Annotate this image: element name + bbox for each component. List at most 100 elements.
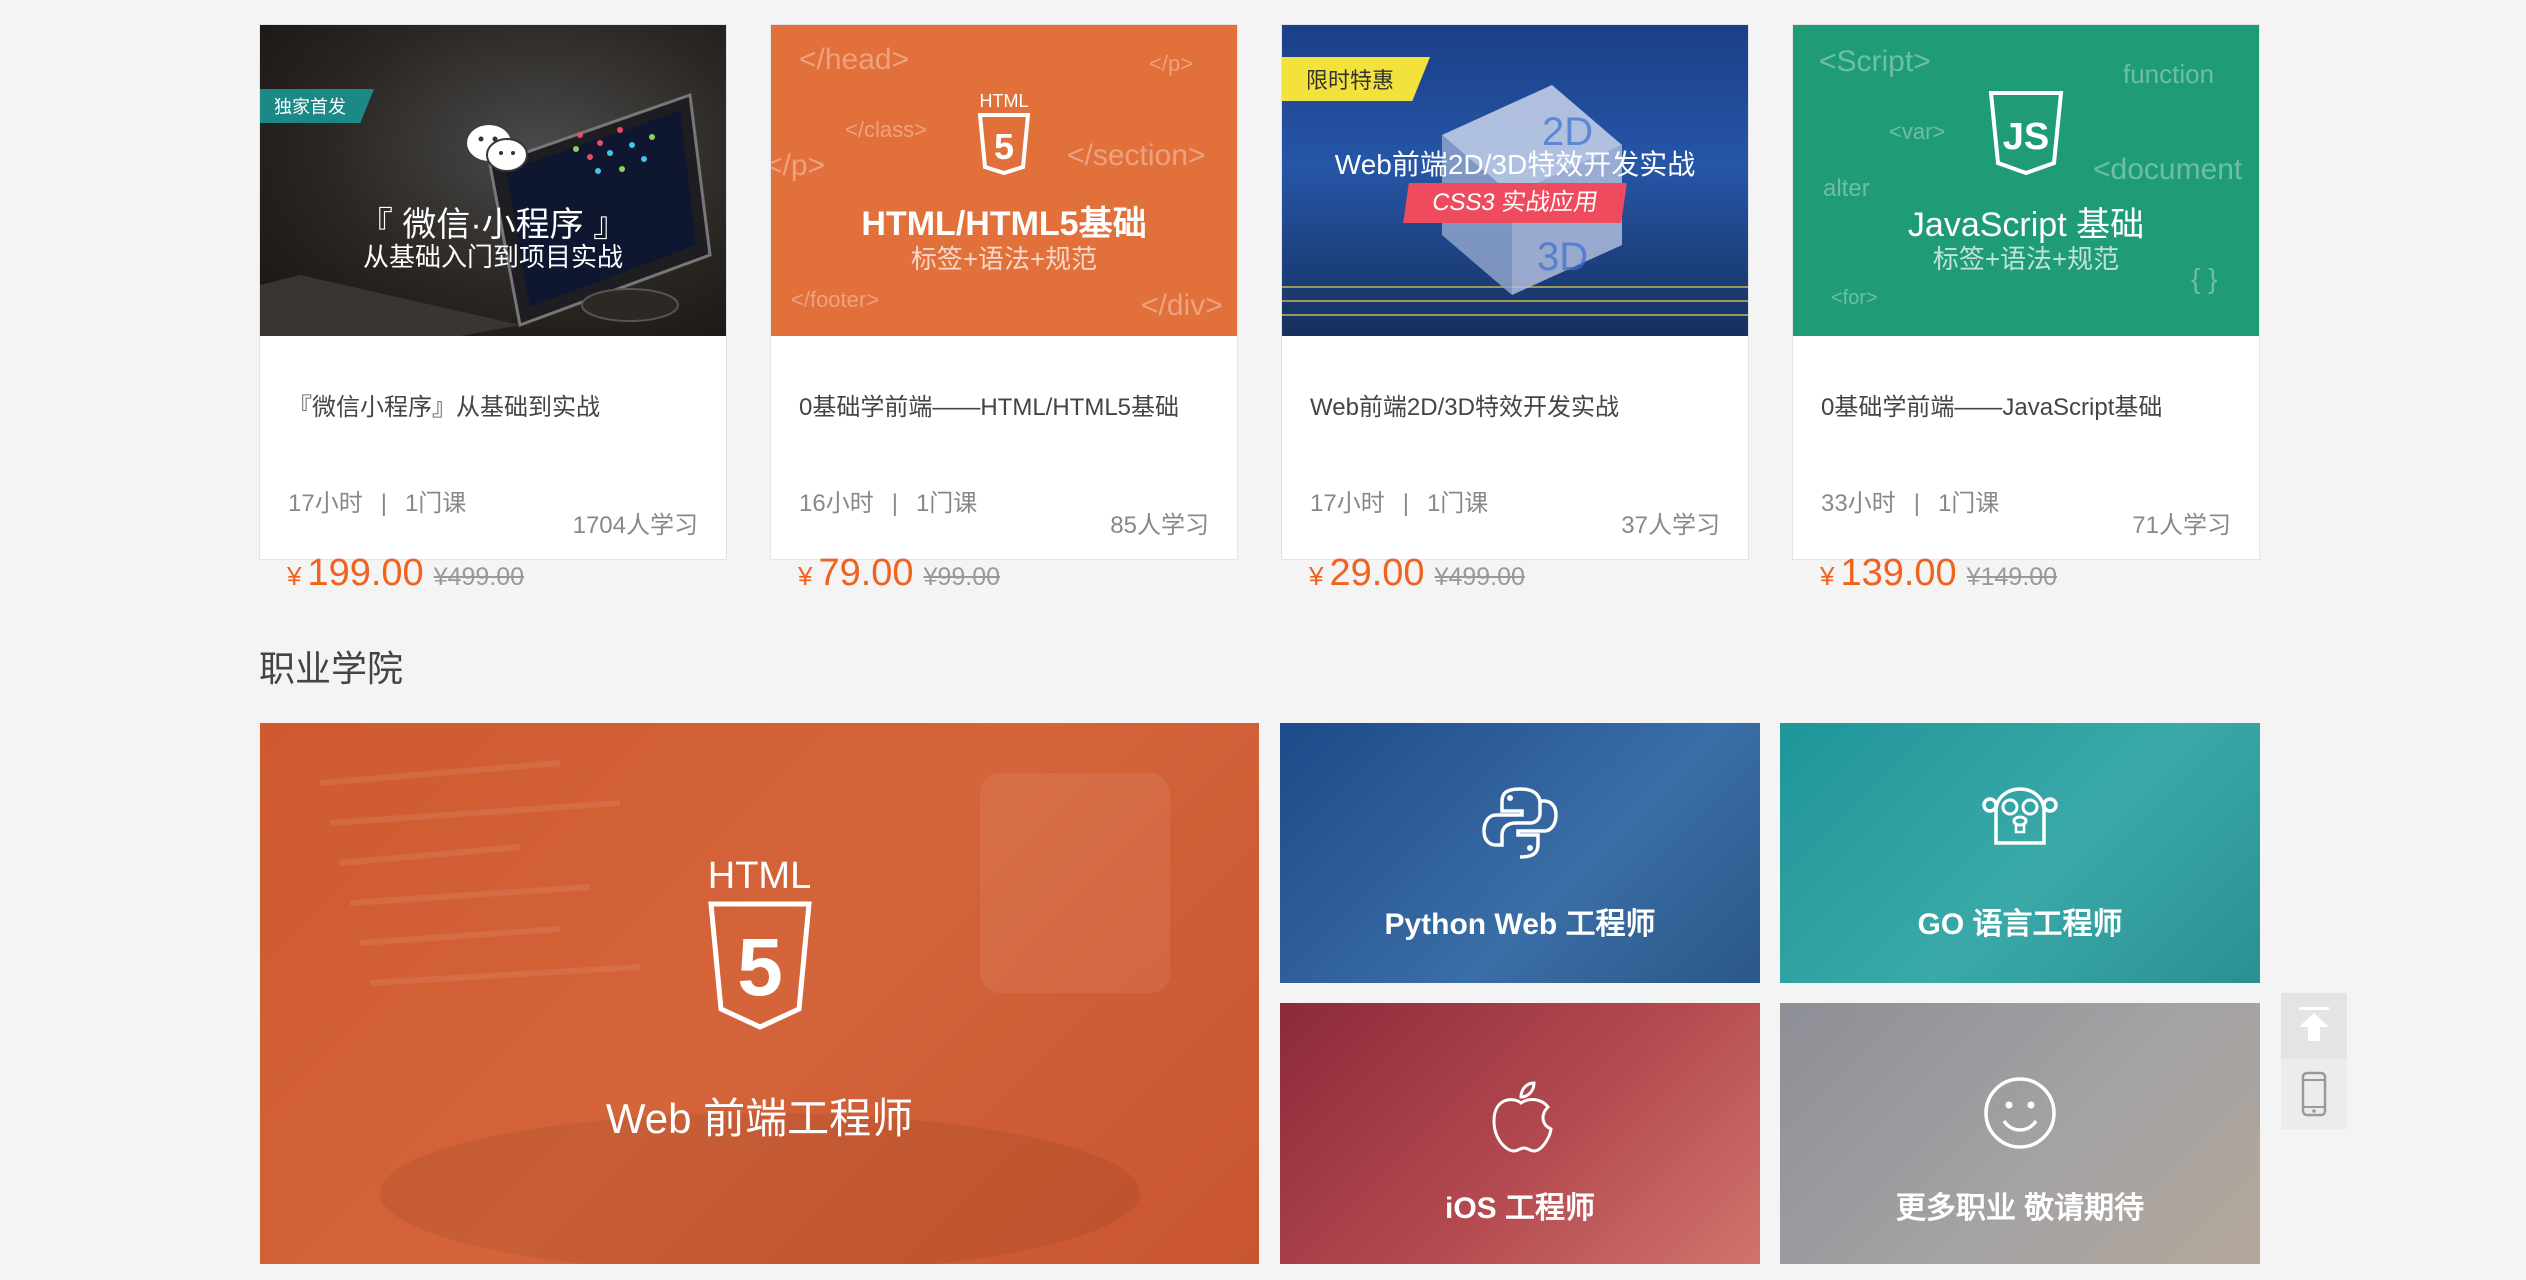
original-price: ¥499.00 bbox=[433, 563, 525, 591]
course-card-panel: <Script> function <var> alter <document … bbox=[1792, 24, 2260, 560]
course-title[interactable]: 0基础学前端——HTML/HTML5基础 bbox=[799, 387, 1179, 422]
side-toolbar bbox=[2281, 993, 2347, 1129]
meta-separator: | bbox=[891, 490, 898, 517]
course-lessons: 1门课 bbox=[1937, 490, 2000, 517]
svg-text:5: 5 bbox=[994, 126, 1014, 167]
code-decoration: function bbox=[2123, 59, 2215, 89]
course-cover-title: HTML/HTML5基础 bbox=[861, 205, 1147, 243]
code-decoration: </class> bbox=[845, 117, 927, 142]
smile-icon bbox=[1982, 1075, 2058, 1156]
course-cover[interactable]: </head> </p> </class> </section> </p> </… bbox=[771, 25, 1237, 336]
career-tile-label: Web 前端工程师 bbox=[605, 1095, 914, 1142]
wechat-icon bbox=[465, 123, 529, 180]
course-meta: 33小时 | 1门课 bbox=[1821, 483, 1999, 518]
limited-offer-badge: 限时特惠 bbox=[1282, 57, 1431, 101]
apple-icon bbox=[1488, 1079, 1554, 1158]
current-price: 199.00 bbox=[307, 552, 424, 594]
career-tile-web[interactable]: HTML 5 Web 前端工程师 bbox=[260, 723, 1259, 1264]
course-card-panel: 独家首发 『 微信·小程序 』 从基础入门到项目实战 『微信小程序』从基础到实战… bbox=[259, 24, 727, 560]
career-tile-label: Python Web 工程师 bbox=[1384, 908, 1656, 941]
course-card-panel: </head> </p> </class> </section> </p> </… bbox=[770, 24, 1238, 560]
course-price: ¥79.00 ¥99.00 bbox=[798, 552, 1000, 595]
code-decoration: <for> bbox=[1831, 287, 1878, 309]
code-decoration: </section> bbox=[1067, 139, 1206, 172]
course-meta: 17小时 | 1门课 bbox=[1310, 483, 1488, 518]
course-hours: 16小时 bbox=[799, 490, 874, 517]
course-hours: 33小时 bbox=[1821, 490, 1896, 517]
career-tile-label: 更多职业 敬请期待 bbox=[1895, 1192, 2145, 1225]
course-lessons: 1门课 bbox=[1426, 490, 1489, 517]
original-price: ¥99.00 bbox=[923, 563, 1001, 591]
course-cover[interactable]: 独家首发 『 微信·小程序 』 从基础入门到项目实战 bbox=[260, 25, 726, 336]
currency-symbol: ¥ bbox=[1820, 561, 1835, 591]
course-cover[interactable]: <Script> function <var> alter <document … bbox=[1793, 25, 2259, 336]
career-tile-python[interactable]: Python Web 工程师 bbox=[1280, 723, 1760, 983]
course-cover-subtitle: 从基础入门到项目实战 bbox=[362, 242, 623, 272]
exclusive-badge: 独家首发 bbox=[260, 89, 374, 123]
course-students: 37人学习 bbox=[1621, 512, 1720, 539]
course-title[interactable]: 『微信小程序』从基础到实战 bbox=[288, 387, 600, 422]
html5-icon: 5 bbox=[706, 901, 814, 1036]
course-card[interactable]: 2D 3D 限时特惠 Web前端2D/3D特效开发实战 CSS3 实战应用 We… bbox=[1281, 24, 1749, 594]
course-title[interactable]: Web前端2D/3D特效开发实战 bbox=[1310, 387, 1619, 422]
laptop-illustration bbox=[260, 92, 712, 336]
course-students: 71人学习 bbox=[2132, 512, 2231, 539]
original-price: ¥499.00 bbox=[1434, 563, 1525, 591]
go-icon bbox=[1982, 785, 2058, 854]
code-decoration: </p> bbox=[771, 149, 826, 182]
course-cover[interactable]: 2D 3D 限时特惠 Web前端2D/3D特效开发实战 CSS3 实战应用 bbox=[1282, 25, 1748, 336]
python-icon bbox=[1480, 783, 1560, 868]
course-hours: 17小时 bbox=[1310, 490, 1385, 517]
original-price: ¥149.00 bbox=[1966, 563, 2058, 591]
course-card[interactable]: <Script> function <var> alter <document … bbox=[1792, 24, 2260, 594]
career-tile-more[interactable]: 更多职业 敬请期待 bbox=[1780, 1003, 2260, 1264]
svg-text:5: 5 bbox=[737, 922, 783, 1013]
js-icon: JS bbox=[1987, 91, 2065, 182]
phone-icon bbox=[2301, 1071, 2327, 1122]
career-tile-label: iOS 工程师 bbox=[1444, 1192, 1595, 1225]
course-price: ¥199.00 ¥499.00 bbox=[287, 552, 524, 595]
current-price: 29.00 bbox=[1329, 552, 1425, 594]
course-cover-subtitle: 标签+语法+规范 bbox=[910, 244, 1098, 274]
course-cover-title: Web前端2D/3D特效开发实战 bbox=[1334, 149, 1696, 180]
course-list: 独家首发 『 微信·小程序 』 从基础入门到项目实战 『微信小程序』从基础到实战… bbox=[259, 24, 2262, 604]
current-price: 139.00 bbox=[1840, 552, 1957, 594]
meta-separator: | bbox=[1402, 490, 1409, 517]
course-title[interactable]: 0基础学前端——JavaScript基础 bbox=[1821, 387, 2162, 422]
html5-icon: 5 bbox=[977, 113, 1031, 180]
code-decoration: </p> bbox=[1149, 51, 1194, 76]
course-card[interactable]: 独家首发 『 微信·小程序 』 从基础入门到项目实战 『微信小程序』从基础到实战… bbox=[259, 24, 727, 594]
course-meta: 17小时 | 1门课 bbox=[288, 483, 466, 518]
code-decoration: </head> bbox=[799, 43, 910, 76]
html5-logo-text: HTML bbox=[979, 91, 1029, 111]
code-decoration: <var> bbox=[1889, 119, 1946, 144]
code-decoration: <Script> bbox=[1819, 45, 1931, 78]
career-tile-ios[interactable]: iOS 工程师 bbox=[1280, 1003, 1760, 1264]
section-title-career: 职业学院 bbox=[259, 648, 404, 689]
course-meta: 16小时 | 1门课 bbox=[799, 483, 977, 518]
code-decoration: </footer> bbox=[791, 287, 880, 312]
currency-symbol: ¥ bbox=[798, 561, 813, 591]
back-to-top-button[interactable] bbox=[2281, 993, 2347, 1059]
code-decoration: <document bbox=[2093, 153, 2243, 186]
course-students: 1704人学习 bbox=[572, 512, 698, 539]
code-decoration: </div> bbox=[1141, 289, 1223, 322]
svg-text:3D: 3D bbox=[1537, 235, 1588, 279]
course-card[interactable]: </head> </p> </class> </section> </p> </… bbox=[770, 24, 1238, 594]
course-price: ¥29.00 ¥499.00 bbox=[1309, 552, 1525, 595]
currency-symbol: ¥ bbox=[287, 561, 302, 591]
mobile-app-button[interactable] bbox=[2281, 1063, 2347, 1129]
meta-separator: | bbox=[380, 490, 387, 517]
currency-symbol: ¥ bbox=[1309, 561, 1324, 591]
course-lessons: 1门课 bbox=[915, 490, 978, 517]
current-price: 79.00 bbox=[818, 552, 914, 594]
course-hours: 17小时 bbox=[288, 490, 363, 517]
meta-separator: | bbox=[1913, 490, 1920, 517]
back-to-top-icon bbox=[2297, 1005, 2331, 1048]
career-tile-label: GO 语言工程师 bbox=[1917, 908, 2123, 941]
course-lessons: 1门课 bbox=[404, 490, 467, 517]
course-students: 85人学习 bbox=[1110, 512, 1209, 539]
course-cover-subtitle: 标签+语法+规范 bbox=[1932, 244, 2120, 274]
career-tile-go[interactable]: GO 语言工程师 bbox=[1780, 723, 2260, 983]
course-cover-subtitle: CSS3 实战应用 bbox=[1403, 183, 1627, 223]
